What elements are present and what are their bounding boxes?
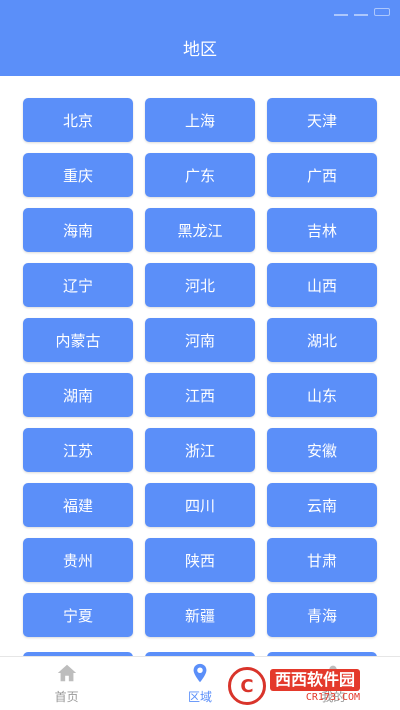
page-title: 地区 [183, 40, 217, 60]
signal-icon [334, 8, 348, 16]
watermark-logo: C 西西软件园 CR173.COM [228, 664, 398, 708]
battery-icon [374, 8, 390, 16]
region-button[interactable]: 重庆 [23, 153, 133, 197]
region-button[interactable]: 四川 [145, 483, 255, 527]
region-button[interactable]: 甘肃 [267, 538, 377, 582]
region-button[interactable]: 天津 [267, 98, 377, 142]
region-button[interactable]: 江西 [145, 373, 255, 417]
tab-home[interactable]: 首页 [0, 657, 133, 710]
region-button[interactable]: 陕西 [145, 538, 255, 582]
watermark-brand: 西西软件园 [270, 669, 361, 691]
region-button[interactable]: 江苏 [23, 428, 133, 472]
status-icons [334, 8, 390, 16]
region-button[interactable]: 北京 [23, 98, 133, 142]
region-button[interactable]: 吉林 [267, 208, 377, 252]
region-button[interactable]: 山东 [267, 373, 377, 417]
region-button[interactable]: 上海 [145, 98, 255, 142]
region-button[interactable]: 宁夏 [23, 593, 133, 637]
watermark-domain: CR173.COM [305, 692, 361, 703]
region-icon [193, 663, 207, 683]
region-button[interactable]: 青海 [267, 593, 377, 637]
region-button[interactable]: 河南 [145, 318, 255, 362]
tab-home-label: 首页 [54, 690, 79, 704]
region-button[interactable]: 新疆 [145, 593, 255, 637]
region-button[interactable]: 河北 [145, 263, 255, 307]
region-button[interactable]: 贵州 [23, 538, 133, 582]
region-button[interactable]: 黑龙江 [145, 208, 255, 252]
app-header: 地区 [0, 0, 400, 76]
region-button[interactable]: 广东 [145, 153, 255, 197]
status-bar [0, 0, 400, 24]
region-button[interactable]: 安徽 [267, 428, 377, 472]
wifi-icon [354, 8, 368, 16]
region-button[interactable]: 湖南 [23, 373, 133, 417]
region-grid: 北京 上海 天津重庆 广东 广西海南 黑龙江 吉林辽宁 河北 山西内蒙古 河南 湖北湖南 江西 山东江苏… [23, 98, 379, 637]
watermark-emblem: C [228, 667, 266, 705]
region-button[interactable]: 海南 [23, 208, 133, 252]
region-button[interactable]: 山西 [267, 263, 377, 307]
region-button[interactable]: 湖北 [267, 318, 377, 362]
region-button[interactable]: 内蒙古 [23, 318, 133, 362]
region-button[interactable]: 辽宁 [23, 263, 133, 307]
region-button[interactable]: 浙江 [145, 428, 255, 472]
region-button[interactable]: 云南 [267, 483, 377, 527]
tab-region-label: 区域 [187, 690, 212, 704]
watermark-text: 西西软件园 CR173.COM [270, 669, 361, 703]
home-icon [57, 664, 76, 682]
region-button[interactable]: 广西 [267, 153, 377, 197]
region-button[interactable]: 福建 [23, 483, 133, 527]
